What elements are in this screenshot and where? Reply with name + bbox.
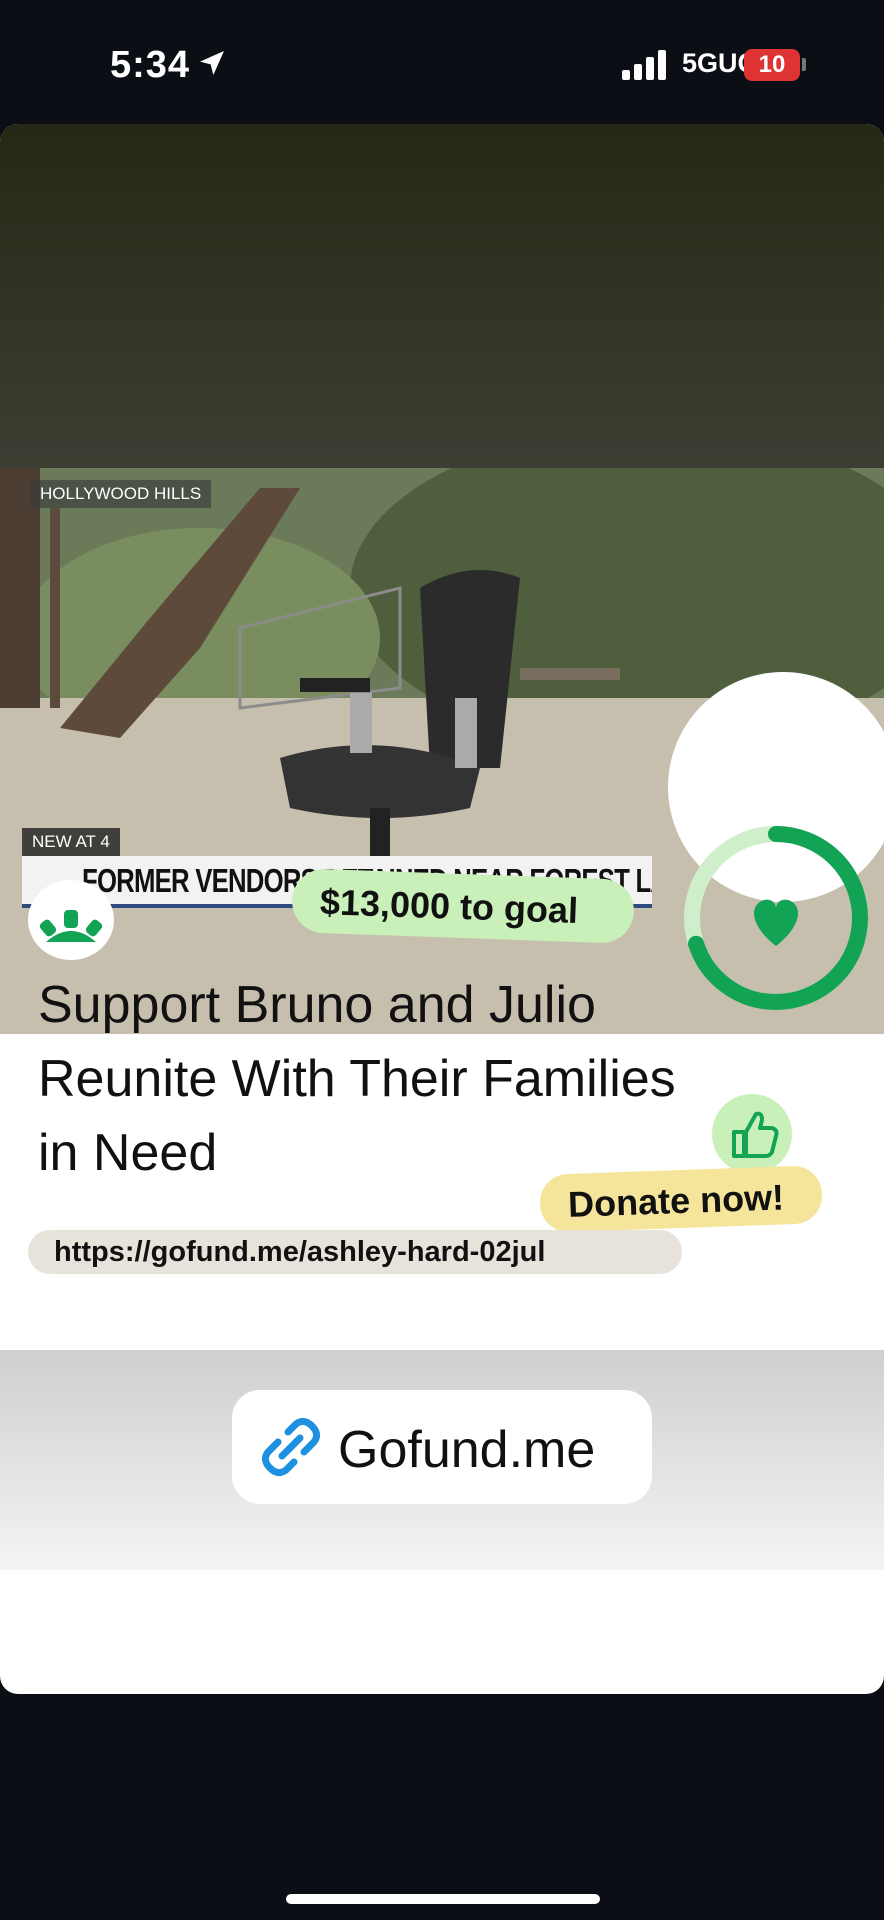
goal-badge: $13,000 to goal — [290, 868, 636, 944]
battery-indicator: 10 — [744, 49, 800, 81]
video-top-area — [0, 124, 884, 468]
link-label: Gofund.me — [338, 1421, 596, 1479]
cellular-signal-icon — [622, 50, 666, 80]
battery-tip — [802, 58, 806, 71]
heart-icon — [754, 899, 798, 946]
location-arrow-icon — [200, 51, 224, 75]
campaign-title: Support Bruno and Julio Reunite With The… — [38, 976, 676, 1182]
progress-ring — [684, 826, 868, 1010]
donate-now-button[interactable]: Donate now! — [539, 1165, 823, 1233]
campaign-url[interactable]: https://gofund.me/ashley-hard-02jul — [28, 1230, 682, 1274]
home-indicator[interactable] — [286, 1894, 600, 1904]
gofundme-logo — [28, 880, 114, 960]
location-tag: HOLLYWOOD HILLS — [30, 480, 212, 508]
goal-text: $13,000 to goal — [319, 881, 579, 932]
link-icon — [261, 1417, 321, 1477]
clock: 5:34 — [110, 44, 191, 86]
donate-label: Donate now! — [567, 1176, 785, 1225]
segment-tag: NEW AT 4 — [22, 828, 120, 856]
thumbs-up-icon — [712, 1094, 792, 1174]
campaign-url-text: https://gofund.me/ashley-hard-02jul — [54, 1236, 546, 1268]
status-bar: 5:34 5GUC 10 — [0, 0, 884, 120]
